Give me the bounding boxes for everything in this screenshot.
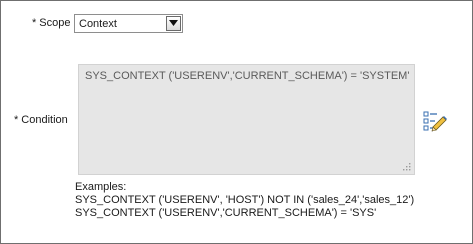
condition-textarea[interactable]: SYS_CONTEXT ('USERENV','CURRENT_SCHEMA')… xyxy=(78,64,415,175)
chevron-down-icon xyxy=(169,20,178,26)
resize-grip-icon[interactable] xyxy=(402,162,411,171)
condition-label: * Condition xyxy=(14,114,68,126)
example-line: SYS_CONTEXT ('USERENV', 'HOST') NOT IN (… xyxy=(75,194,415,206)
expression-builder-icon[interactable] xyxy=(423,111,447,135)
scope-dropdown-button[interactable] xyxy=(166,16,181,31)
examples-block: Examples: SYS_CONTEXT ('USERENV', 'HOST'… xyxy=(75,181,414,220)
scope-label-text: Scope xyxy=(39,17,71,29)
example-line: SYS_CONTEXT ('USERENV','CURRENT_SCHEMA')… xyxy=(75,207,377,219)
required-marker: * xyxy=(14,114,19,126)
scope-selected-value: Context xyxy=(79,18,117,30)
condition-label-text: Condition xyxy=(21,114,68,126)
examples-heading: Examples: xyxy=(75,181,127,193)
scope-select[interactable]: Context xyxy=(74,14,183,33)
required-marker: * xyxy=(32,17,37,29)
condition-form: * Scope Context * Condition SYS_CONTEXT ('… xyxy=(0,0,473,244)
scope-label: * Scope xyxy=(32,17,70,29)
condition-text: SYS_CONTEXT ('USERENV','CURRENT_SCHEMA')… xyxy=(85,70,410,82)
